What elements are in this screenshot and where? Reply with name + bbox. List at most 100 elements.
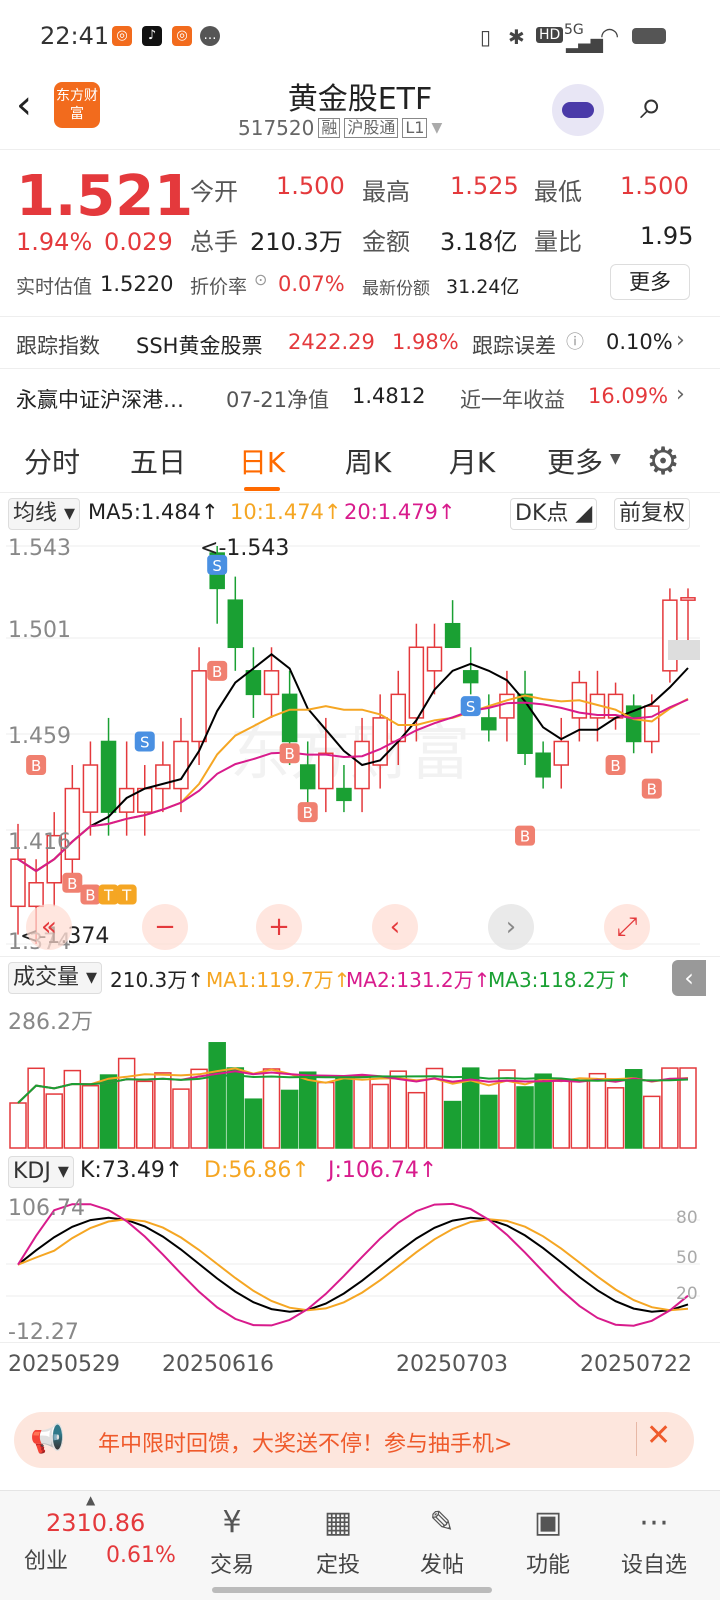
vol-ma3: MA3:118.2万↑ [488,968,633,992]
bottom-navigation: ▲ 2310.86 创业 0.61% ¥ 交易 ▦ 定投 ✎ 发帖 ▣ 功能 ⋯ 设自选 [0,1490,720,1600]
fullscreen-icon[interactable]: ⤢ [604,904,650,950]
volume-bar [389,1070,408,1149]
volume-bar [516,1086,534,1149]
divider [636,1422,637,1456]
candle [173,740,189,790]
chat-icon: … [200,26,220,46]
volume-bar [588,1072,607,1149]
volume-bar [280,1089,299,1149]
kdj-y-top: 106.74 [8,1196,85,1221]
app-notif-icon: ◎ [112,26,132,46]
kdj-d: D:56.86↑ [204,1158,310,1183]
candle [191,670,207,743]
tracking-index-pct: 1.98% [392,330,459,354]
zoom-in-button[interactable]: + [256,904,302,950]
volume-chart[interactable] [0,998,720,1150]
candle [644,705,660,743]
low-label: 最低 [534,178,582,206]
fund-name[interactable]: 永赢中证沪深港… [16,384,184,414]
fund-nav-value: 1.4812 [352,384,426,408]
tab-yuek[interactable]: 月K [430,433,514,493]
promo-banner[interactable]: 📢 年中限时回馈，大奖送不停！参与抽手机> ✕ [14,1412,694,1468]
search-icon[interactable]: ⌕ [640,82,662,128]
volume-bar [570,1079,589,1149]
trade-signal-letter: B [520,828,530,846]
scroll-left-double-icon[interactable]: « [26,904,72,950]
chevron-right-icon[interactable]: › [676,328,685,353]
zoom-out-button[interactable]: − [142,904,188,950]
tab-zhouk[interactable]: 周K [326,433,410,493]
fund-return-value: 16.09% [588,384,669,408]
volume-bar [27,1067,45,1149]
scroll-right-button[interactable]: › [488,904,534,950]
kdj-chart[interactable] [0,1190,720,1340]
dropdown-icon[interactable]: ▼ [431,120,442,136]
volume-bar [480,1094,498,1149]
stock-code: 517520 [238,116,315,140]
volume-bar [154,1072,172,1149]
page-title: 黄金股ETF [287,82,433,117]
tab-more[interactable]: 更多 [540,433,610,493]
date-label-1: 20250529 [8,1352,120,1377]
robot-assistant-icon[interactable] [552,84,604,136]
volume-bar [443,1100,462,1149]
tab-wuri[interactable]: 五日 [116,433,200,493]
volume-bar [353,1075,371,1149]
vol-label: 总手 [190,228,238,256]
scroll-left-button[interactable]: ‹ [372,904,418,950]
trade-signal-letter: S [140,733,150,751]
ma5-label: MA5:1.484↑ [88,500,219,524]
volume-bar [117,1057,136,1149]
vol-ma1: MA1:119.7万↑ [206,968,351,992]
adjust-button[interactable]: 前复权 [614,498,691,530]
trade-signal-letter: B [610,757,620,775]
vol-value: 210.3万 [250,228,343,256]
volume-bar [317,1081,335,1149]
badge-level[interactable]: L1 [402,118,428,138]
candle [553,740,569,766]
help-icon[interactable]: ⓘ [566,328,584,354]
date-label-4: 20250722 [580,1352,692,1377]
dk-point-button[interactable]: DK点 ◢ [510,498,598,530]
kdj-ref-50: 50 [676,1248,698,1268]
nav-add-watchlist[interactable]: ⋯ 设自选 [604,1499,704,1579]
app-notif-icon-2: ◎ [172,26,192,46]
tiktok-icon: ♪ [142,26,162,46]
promo-text: 年中限时回馈，大奖送不停！参与抽手机> [98,1432,513,1457]
candle [462,670,479,684]
trade-icon: ¥ [222,1505,242,1540]
tracking-index-name[interactable]: SSH黄金股票 [136,330,262,360]
change-abs: 0.029 [104,228,173,256]
volume-bar [534,1073,552,1149]
tab-rik[interactable]: 日K [220,433,304,493]
chevron-right-icon[interactable]: › [676,382,685,407]
nav-trade[interactable]: ¥ 交易 [182,1499,282,1579]
stock-subinfo: 517520 融 沪股通 L1 ▼ [238,116,442,140]
kdj-selector[interactable]: KDJ ▾ [8,1156,74,1188]
tracking-index-value: 2422.29 [288,330,375,354]
ma-selector[interactable]: 均线 ▾ [8,498,81,530]
close-icon[interactable]: ✕ [646,1418,671,1453]
amt-label: 金额 [362,228,410,256]
badge-hgt[interactable]: 沪股通 [344,118,399,138]
tab-fenshi[interactable]: 分时 [10,433,94,493]
open-value: 1.500 [276,172,345,200]
current-price: 1.521 [16,164,194,229]
info-icon[interactable]: ⊙ [254,270,267,289]
nav-post[interactable]: ✎ 发帖 [392,1499,492,1579]
signal-icon: ▂▄▆ [566,34,603,53]
trade-signal-letter: B [85,887,95,905]
more-circle-icon: ⋯ [639,1505,669,1540]
settings-gear-icon[interactable]: ⚙ [646,439,680,483]
volume-bar [335,1076,353,1149]
volume-selector[interactable]: 成交量 ▾ [8,962,103,994]
candlestick-chart[interactable]: 东方财富 BBB T TSSBBBSBBB [0,534,720,954]
tracking-error-label: 跟踪误差 [472,334,556,358]
collapse-panel-button[interactable]: ‹ [672,960,706,996]
candle [662,599,678,672]
index-value[interactable]: 2310.86 [46,1509,145,1537]
more-button[interactable]: 更多 [610,264,690,300]
nav-functions[interactable]: ▣ 功能 [498,1499,598,1579]
tab-more-dropdown-icon[interactable]: ▼ [610,451,621,467]
nav-fixed-invest[interactable]: ▦ 定投 [288,1499,388,1579]
